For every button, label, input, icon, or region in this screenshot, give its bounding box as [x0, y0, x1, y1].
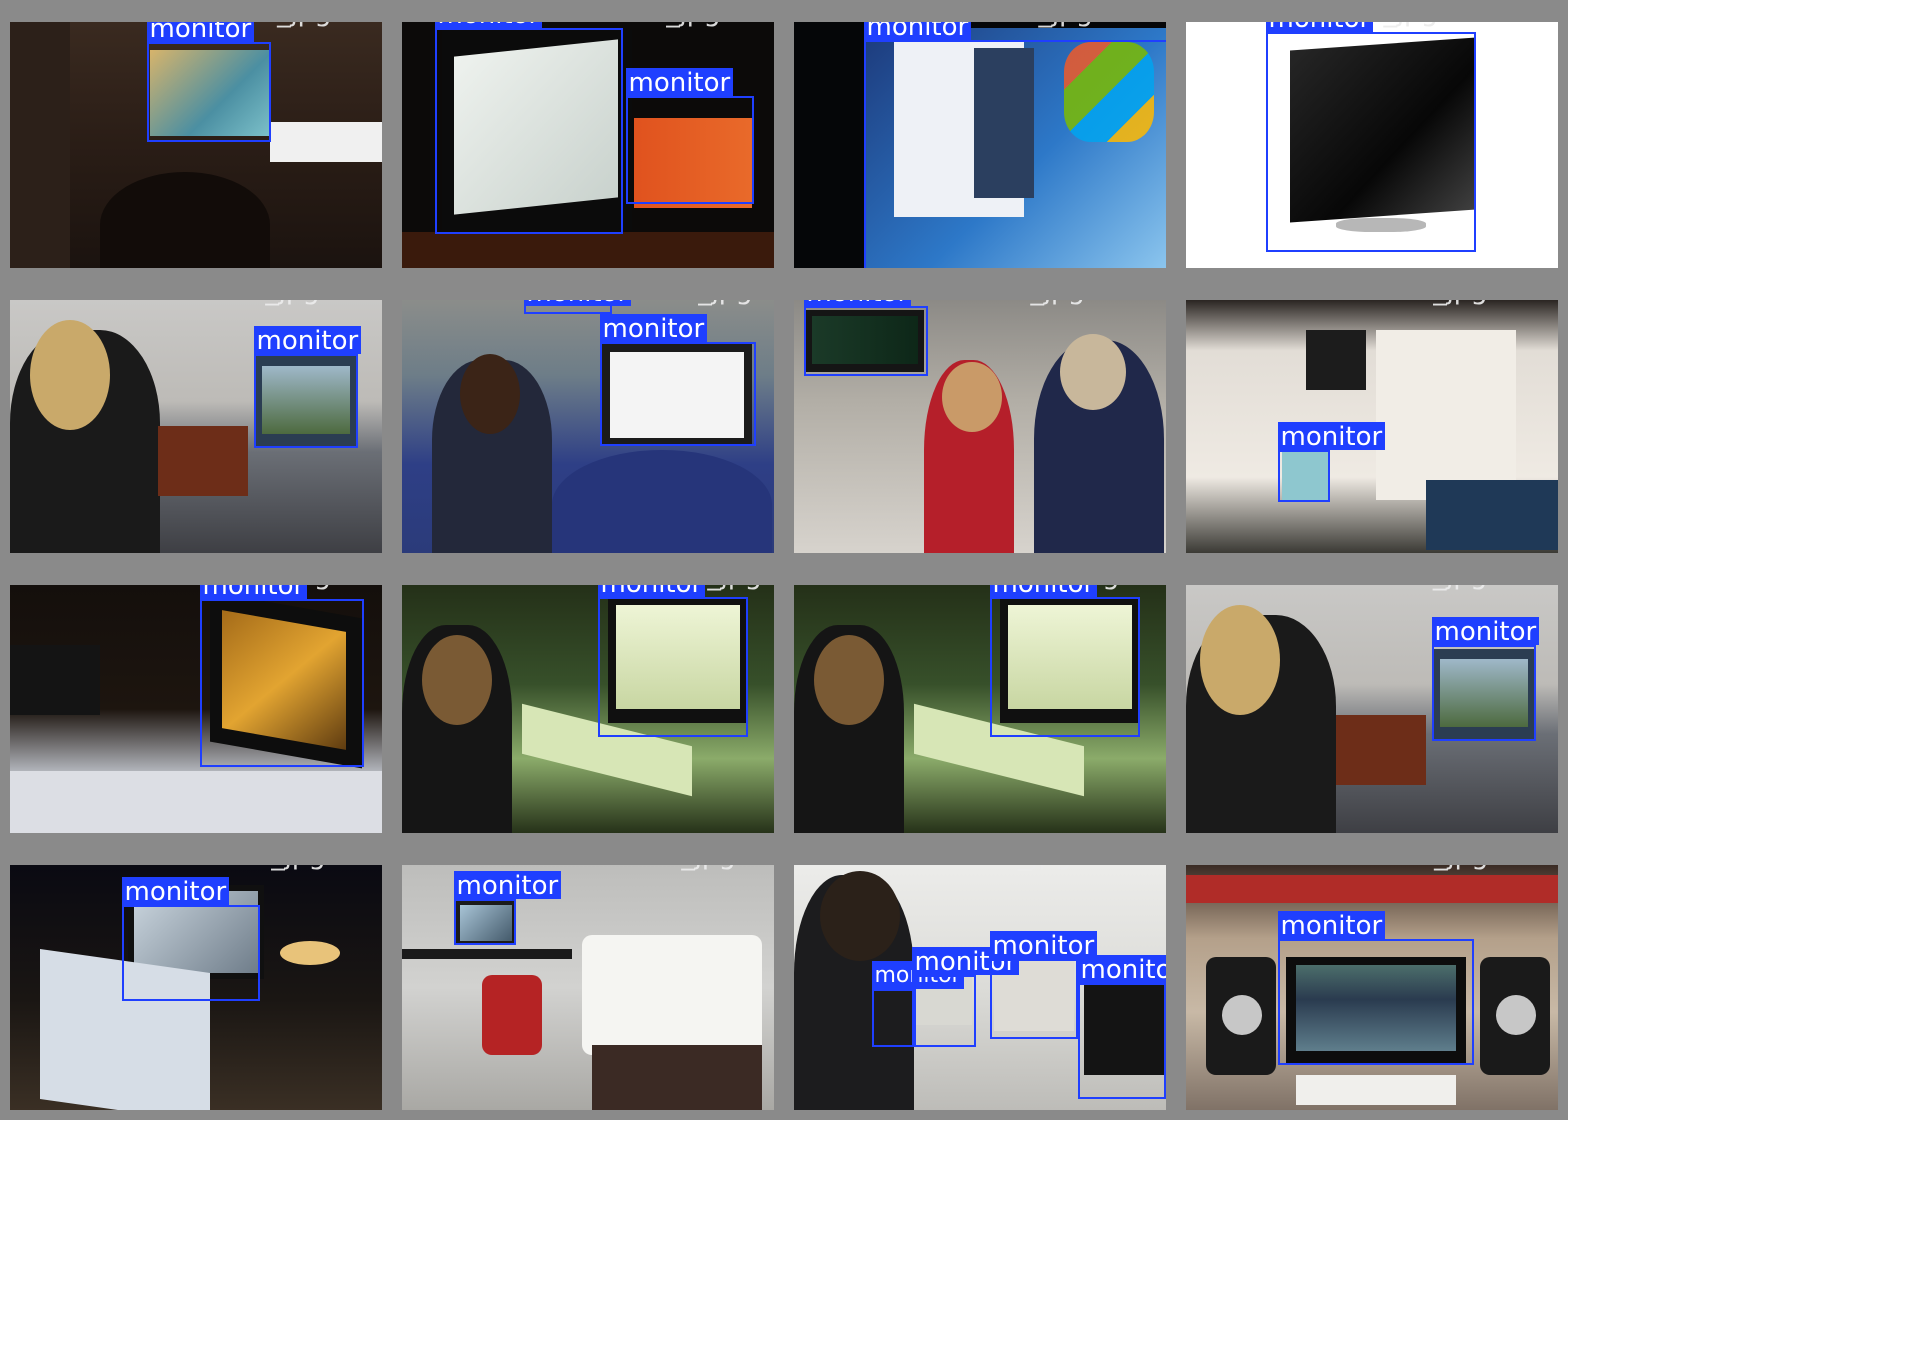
detection-label: monitor	[863, 22, 972, 42]
detection-box: monitor	[803, 300, 928, 376]
detection-label: monitor	[121, 877, 230, 907]
detection-label: monitor	[803, 300, 912, 308]
detection-label: monitor	[1077, 955, 1166, 985]
tile-filename: 6980a7ae1fe2ab49_jpg.rf.6092e	[12, 843, 382, 871]
tile-filename: 93c98e71fd22538_jpg.rf.05fabde8dea	[796, 0, 1171, 28]
tile-4: 30c20c7312cb_jpg.rf.22693 monitor	[1176, 0, 1568, 278]
detection-label: monitor	[1277, 422, 1386, 452]
detection-label: monitor	[989, 585, 1098, 599]
tile-2: b7cmonitor0f76bb2_jpg.rf.5b6cc5 monitor …	[392, 0, 784, 278]
detection-label: monitor	[1277, 911, 1386, 941]
tile-13: 6980a7ae1fe2ab49_jpg.rf.6092e monitor	[0, 843, 392, 1120]
detection-box: monitor	[453, 871, 562, 945]
detection-label: monitor	[1431, 617, 1540, 647]
tile-filename: b5793d2ee05ef7db7_jpg.rf.052a6785	[404, 843, 774, 871]
detection-box: monitor	[1077, 955, 1166, 1099]
tile-filename: d77312dc9017833f_ze_jpg.rf.f0c7b5	[404, 563, 781, 591]
tile-5: 61db6afa6591df99_jpg.rf.6a38fff06db moni…	[0, 278, 392, 563]
detection-label: monitor	[625, 68, 734, 98]
detection-box: monitor	[1277, 422, 1386, 502]
detection-box: monitor	[1265, 22, 1476, 252]
tile-filename: 5f060e4e6bebf94f_jpg.rf.9464d9c	[1188, 278, 1568, 306]
detection-box: monitor	[121, 877, 260, 1001]
detection-box: monitor	[863, 22, 1166, 268]
detection-box: monitor	[1431, 617, 1540, 741]
detection-box: monitor	[911, 947, 1020, 1047]
detection-box: monitor	[1277, 911, 1474, 1065]
tile-12: 6171e59b591df99_jpg.rf.3bdafe monitor	[1176, 563, 1568, 843]
detection-label: monitor	[599, 314, 708, 344]
tile-filename: c8a16d0d17833f_ze_jpg.rf.df015e6	[796, 563, 1171, 591]
detection-label: monitor	[453, 871, 562, 901]
tile-11: c8a16d0d17833f_ze_jpg.rf.df015e6 monitor	[784, 563, 1176, 843]
detection-label: monitor	[434, 22, 543, 30]
detection-box: monitor	[989, 931, 1098, 1039]
detection-label: monitor	[253, 326, 362, 356]
detection-box: monitor	[871, 961, 964, 1047]
detection-box: monitor	[989, 585, 1140, 737]
tile-filename: 61db6afa6591df99_jpg.rf.6a38fff06db	[12, 278, 388, 306]
detection-label: monitor	[199, 585, 308, 601]
tile-16: 1b7a3e06e2acc24_jpg.rf.333d8 monitor	[1176, 843, 1568, 1120]
tile-filename: 1b7a3e06e2acc24_jpg.rf.333d8	[1188, 843, 1568, 871]
detection-mosaic: a34507c99b4a44aa_jpg.rf.11244a81 monitor…	[0, 0, 1920, 1372]
detection-box: monitor	[625, 68, 754, 204]
detection-label: monitor	[597, 585, 706, 599]
detection-label: monitor	[146, 22, 255, 44]
tile-1: a34507c99b4a44aa_jpg.rf.11244a81 monitor	[0, 0, 392, 278]
detection-label: monitor	[523, 300, 632, 308]
detection-box: monitor	[523, 300, 632, 314]
tile-10: d77312dc9017833f_ze_jpg.rf.f0c7b5 monito…	[392, 563, 784, 843]
tile-3: 93c98e71fd22538_jpg.rf.05fabde8dea monit…	[784, 0, 1176, 278]
tile-15: 5cc7028689f83c_jpg.rf.9d13e9 monitor mon…	[784, 843, 1176, 1120]
detection-box: monitor	[146, 22, 271, 142]
tile-filename: 6171e59b591df99_jpg.rf.3bdafe	[1188, 563, 1558, 591]
detection-box: monitor	[253, 326, 362, 448]
tile-filename: 5cc7028689f83c_jpg.rf.9d13e9	[796, 843, 1176, 871]
tile-9: acdb70b233d3c862_jpg.rf.1e4dd0 monitor	[0, 563, 392, 843]
detection-box: monitor	[597, 585, 748, 737]
detection-label: monitor	[1265, 22, 1374, 34]
tile-14: b5793d2ee05ef7db7_jpg.rf.052a6785 monito…	[392, 843, 784, 1120]
detection-box: monitor	[199, 585, 364, 767]
detection-box: monitor	[434, 22, 623, 234]
tile-7: 6e52b0de757e05_jpg.rf.dfaf6d6 monitor	[784, 278, 1176, 563]
detection-box: monitor	[599, 314, 756, 446]
tile-8: 5f060e4e6bebf94f_jpg.rf.9464d9c monitor	[1176, 278, 1568, 563]
tile-6: e6cc0ce4e2ea7e6dffe_jpg.rf.3d7788 monito…	[392, 278, 784, 563]
